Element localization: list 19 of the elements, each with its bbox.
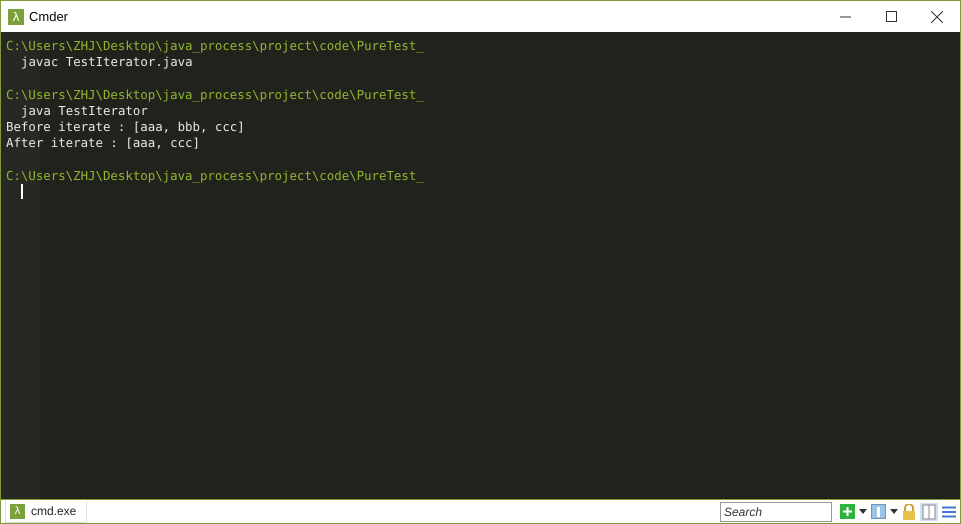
output-text: Before iterate : [aaa, bbb, ccc]	[6, 118, 245, 134]
dropdown-caret-icon[interactable]	[890, 509, 898, 514]
menu-icon[interactable]	[942, 506, 956, 518]
command-text: java TestIterator	[21, 102, 148, 118]
close-icon	[931, 10, 943, 22]
maximize-icon	[886, 11, 896, 22]
search-field[interactable]: Search	[720, 502, 832, 522]
split-panel-icon[interactable]	[920, 502, 938, 520]
text-cursor	[21, 184, 23, 199]
dropdown-caret-icon[interactable]	[859, 509, 867, 514]
app-logo: λ	[8, 8, 24, 24]
window-title: Cmder	[29, 8, 68, 26]
prompt-path: C:\Users\ZHJ\Desktop\java_process\project\code\PureTest_	[6, 38, 424, 53]
output-text: After iterate : [aaa, ccc]	[6, 135, 200, 150]
prompt-path: C:\Users\ZHJ\Desktop\java_process\project\code\PureTest_	[6, 168, 424, 182]
command-text: javac TestIterator.java	[21, 54, 193, 70]
console-tab[interactable]: λ cmd.exe	[5, 500, 88, 522]
prompt-path: C:\Users\ZHJ\Desktop\java_process\project\code\PureTest_	[6, 86, 424, 102]
app-logo: λ	[10, 504, 25, 518]
